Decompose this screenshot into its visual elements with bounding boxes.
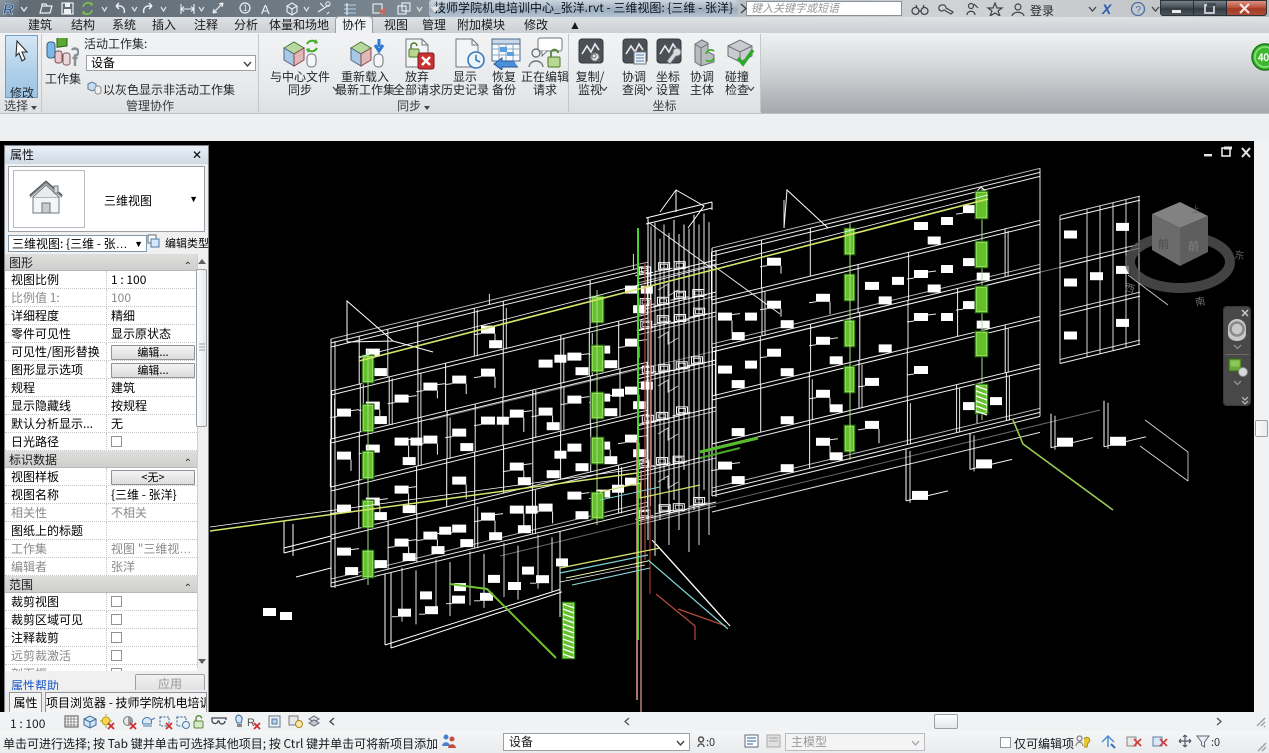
svg-text:40: 40 [1257, 49, 1269, 64]
svg-text:R: R [247, 714, 255, 730]
svg-text:上: 上 [1192, 204, 1200, 215]
svg-text:1: 1 [243, 3, 247, 14]
svg-text::0: :0 [1211, 734, 1220, 749]
svg-text:X: X [1101, 1, 1113, 16]
svg-text:?: ? [1136, 1, 1142, 16]
svg-text:R: R [3, 0, 14, 17]
svg-text:前: 前 [1188, 238, 1199, 254]
svg-text:南: 南 [1194, 292, 1207, 309]
svg-text::0: :0 [706, 734, 715, 749]
svg-text:A: A [261, 2, 270, 16]
svg-text:东: 东 [1234, 246, 1246, 262]
svg-text:前: 前 [1158, 236, 1169, 252]
